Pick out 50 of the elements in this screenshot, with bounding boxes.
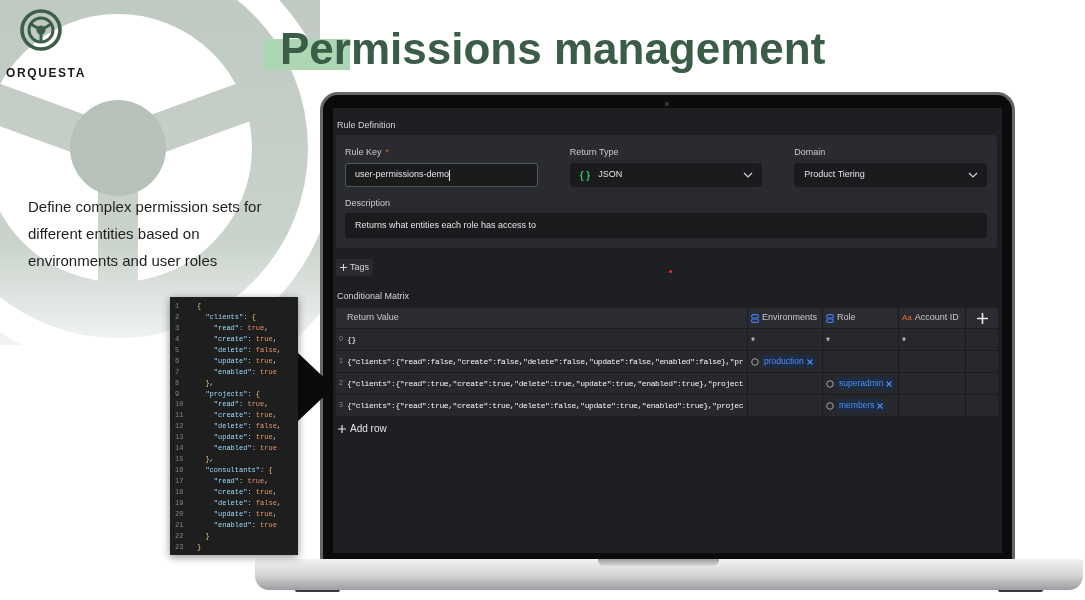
close-icon[interactable] [877,402,884,409]
return-value: {"clients":{"read":true,"create":true,"delete":true,"update":true,"enabled":true},"project [347,377,744,390]
select-dropdown[interactable]: { } JSON [569,163,763,187]
list-icon [751,313,759,323]
return-value: {} [347,333,356,346]
column-label: Return Value [347,311,399,325]
plus-icon [338,424,346,433]
column-label: Role [837,311,856,325]
circle-icon[interactable] [826,379,834,388]
close-icon[interactable] [806,358,813,365]
brand-name: ORQUESTA [6,67,86,79]
text-cursor-icon [449,169,451,181]
logo-icon [20,9,62,51]
wildcard: * [902,334,906,349]
plus-icon [976,312,988,324]
select-value: Product Tiering [804,168,865,182]
text-input[interactable]: Returns what entities each role has access to [345,213,987,238]
braces-icon: { } [579,167,591,183]
tags-button[interactable]: Tags [336,259,373,276]
column-label: Environments [762,311,818,325]
field-label: Description [345,198,392,208]
tag-label: superadmin [839,377,884,390]
wildcard: * [751,334,755,349]
field-label: Return Type [569,147,619,157]
return-value: {"clients":{"read":true,"create":true,"delete":false,"update":true,"enabled":true},"projec [347,399,744,412]
chevron-down-icon [743,172,754,178]
select-value: JSON [598,168,623,182]
column-label: Account ID [914,311,959,325]
text-input[interactable]: user-permissions-demo [345,163,538,187]
list-icon [826,313,834,323]
close-icon[interactable] [886,380,893,387]
return-value: {"clients":{"read":false,"create":false,"delete":false,"update":false,"enabled":false},"pr [347,355,744,368]
section-heading: Rule Definition [337,119,397,131]
field-label: Rule Key [345,147,382,157]
section-heading: Conditional Matrix [337,291,411,301]
field-label: Domain [794,147,826,157]
tag-label: members [839,399,875,412]
wildcard: * [826,334,830,349]
select-dropdown[interactable]: Product Tiering [794,163,987,187]
page-title: Permissions management [263,27,826,71]
plus-icon [340,264,347,271]
add-row-button[interactable]: Add row [338,421,387,436]
text-type-icon: Aa [902,312,912,324]
circle-icon[interactable] [826,401,834,410]
circle-icon[interactable] [751,357,759,366]
chevron-down-icon [968,172,978,178]
required-asterisk: * [385,147,390,157]
add-column-button[interactable] [976,312,988,324]
tag-label: production [764,355,804,368]
intro-text: Define complex permission sets for different entities based on environments and user roles [28,197,263,271]
